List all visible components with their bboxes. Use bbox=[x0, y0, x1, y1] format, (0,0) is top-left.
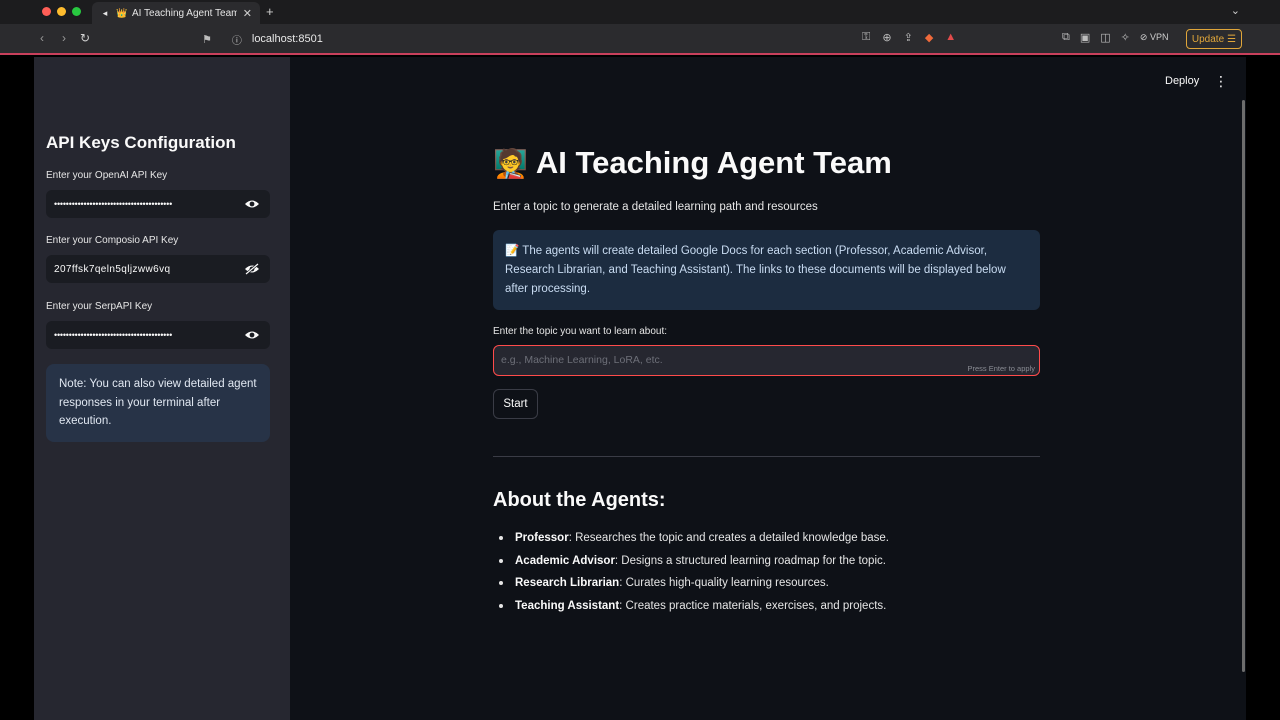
leo-icon[interactable]: ✧ bbox=[1121, 31, 1130, 44]
agent-name: Teaching Assistant bbox=[515, 599, 620, 612]
topic-input[interactable]: e.g., Machine Learning, LoRA, etc. Press… bbox=[493, 345, 1040, 376]
composio-key-input[interactable]: 207ffsk7qeln5qljzww6vq bbox=[46, 255, 270, 283]
list-item: Academic Advisor: Designs a structured l… bbox=[497, 553, 889, 576]
sidebar: API Keys Configuration Enter your OpenAI… bbox=[34, 57, 290, 720]
back-icon[interactable]: ‹ bbox=[40, 31, 44, 45]
extensions-icon[interactable]: ⧉ bbox=[1062, 31, 1070, 44]
browser-tab-bar: ◂ 👑 AI Teaching Agent Team ✕ + ⌄ bbox=[0, 0, 1280, 24]
scrollbar[interactable] bbox=[1242, 100, 1245, 672]
start-button[interactable]: Start bbox=[493, 389, 538, 419]
composio-key-label: Enter your Composio API Key bbox=[46, 235, 179, 246]
close-window-button[interactable] bbox=[42, 7, 51, 16]
agent-description: : Creates practice materials, exercises,… bbox=[619, 599, 887, 612]
serpapi-key-value: •••••••••••••••••••••••••••••••••••••••• bbox=[54, 330, 173, 340]
browser-nav-bar: ‹ › ↻ ⚑ ⓘ localhost:8501 ⚿ ⊕ ⇪ ◆ ▲ ⧉ ▣ ◫… bbox=[0, 24, 1280, 55]
agent-name: Professor bbox=[515, 532, 569, 544]
page-subtitle: Enter a topic to generate a detailed lea… bbox=[493, 201, 818, 213]
agents-list: Professor: Researches the topic and crea… bbox=[497, 530, 889, 620]
rewards-icon[interactable]: ▲ bbox=[945, 31, 956, 44]
terminal-note: Note: You can also view detailed agent r… bbox=[46, 364, 270, 442]
maximize-window-button[interactable] bbox=[72, 7, 81, 16]
streamlit-app: API Keys Configuration Enter your OpenAI… bbox=[34, 57, 1246, 720]
topic-placeholder: e.g., Machine Learning, LoRA, etc. bbox=[501, 354, 663, 366]
key-icon[interactable]: ⚿ bbox=[862, 31, 870, 44]
reload-icon[interactable]: ↻ bbox=[80, 31, 90, 45]
site-info-icon[interactable]: ⓘ bbox=[232, 32, 242, 47]
info-box: 📝 The agents will create detailed Google… bbox=[493, 230, 1040, 310]
agent-name: Research Librarian bbox=[515, 577, 620, 589]
vpn-button[interactable]: ⊘ VPN bbox=[1140, 32, 1169, 43]
close-tab-icon[interactable]: ✕ bbox=[243, 7, 252, 20]
bookmark-icon[interactable]: ⚑ bbox=[202, 33, 212, 46]
show-password-icon[interactable] bbox=[244, 329, 260, 341]
brave-shield-icon[interactable]: ◆ bbox=[925, 31, 933, 44]
forward-icon[interactable]: › bbox=[62, 31, 66, 45]
share-icon[interactable]: ⇪ bbox=[904, 31, 913, 44]
serpapi-key-label: Enter your SerpAPI Key bbox=[46, 301, 153, 312]
teacher-emoji-icon: 🧑‍🏫 bbox=[493, 147, 528, 179]
list-item: Professor: Researches the topic and crea… bbox=[497, 530, 889, 553]
page-title: 🧑‍🏫 AI Teaching Agent Team bbox=[493, 145, 892, 181]
composio-key-value: 207ffsk7qeln5qljzww6vq bbox=[54, 263, 171, 275]
sidebar-icon[interactable]: ▣ bbox=[1080, 31, 1090, 44]
openai-key-input[interactable]: •••••••••••••••••••••••••••••••••••••••• bbox=[46, 190, 270, 218]
hide-password-icon[interactable] bbox=[244, 263, 260, 275]
chevron-down-icon[interactable]: ⌄ bbox=[1231, 4, 1240, 17]
show-password-icon[interactable] bbox=[244, 198, 260, 210]
zoom-icon[interactable]: ⊕ bbox=[882, 31, 891, 44]
update-label: Update bbox=[1191, 33, 1225, 45]
tab-title: AI Teaching Agent Team bbox=[132, 7, 237, 19]
streamlit-icon: 👑 bbox=[116, 8, 128, 18]
deploy-button[interactable]: Deploy bbox=[1165, 75, 1199, 87]
divider bbox=[493, 456, 1040, 457]
agent-description: : Researches the topic and creates a det… bbox=[568, 532, 889, 544]
more-options-icon[interactable]: ⋮ bbox=[1214, 73, 1228, 90]
about-agents-heading: About the Agents: bbox=[493, 489, 666, 511]
vpn-label: VPN bbox=[1149, 32, 1169, 42]
url-text[interactable]: localhost:8501 bbox=[252, 33, 323, 45]
page-title-text: AI Teaching Agent Team bbox=[535, 145, 892, 180]
list-item: Teaching Assistant: Creates practice mat… bbox=[497, 598, 889, 621]
sidebar-title: API Keys Configuration bbox=[46, 133, 236, 152]
topic-label: Enter the topic you want to learn about: bbox=[493, 326, 667, 337]
minimize-window-button[interactable] bbox=[57, 7, 66, 16]
update-button[interactable]: Update ☰ bbox=[1186, 29, 1242, 49]
speaker-icon: ◂ bbox=[102, 8, 108, 18]
agent-description: : Designs a structured learning roadmap … bbox=[614, 554, 886, 567]
press-enter-hint: Press Enter to apply bbox=[967, 364, 1035, 373]
serpapi-key-input[interactable]: •••••••••••••••••••••••••••••••••••••••• bbox=[46, 321, 270, 349]
openai-key-value: •••••••••••••••••••••••••••••••••••••••• bbox=[54, 199, 173, 209]
menu-icon: ☰ bbox=[1227, 33, 1237, 45]
list-item: Research Librarian: Curates high-quality… bbox=[497, 575, 889, 598]
browser-tab[interactable]: ◂ 👑 AI Teaching Agent Team ✕ bbox=[92, 2, 260, 24]
wallet-icon[interactable]: ◫ bbox=[1100, 31, 1110, 44]
agent-name: Academic Advisor bbox=[515, 554, 615, 567]
new-tab-button[interactable]: + bbox=[266, 4, 274, 19]
agent-description: : Curates high-quality learning resource… bbox=[619, 577, 829, 589]
openai-key-label: Enter your OpenAI API Key bbox=[46, 170, 168, 181]
